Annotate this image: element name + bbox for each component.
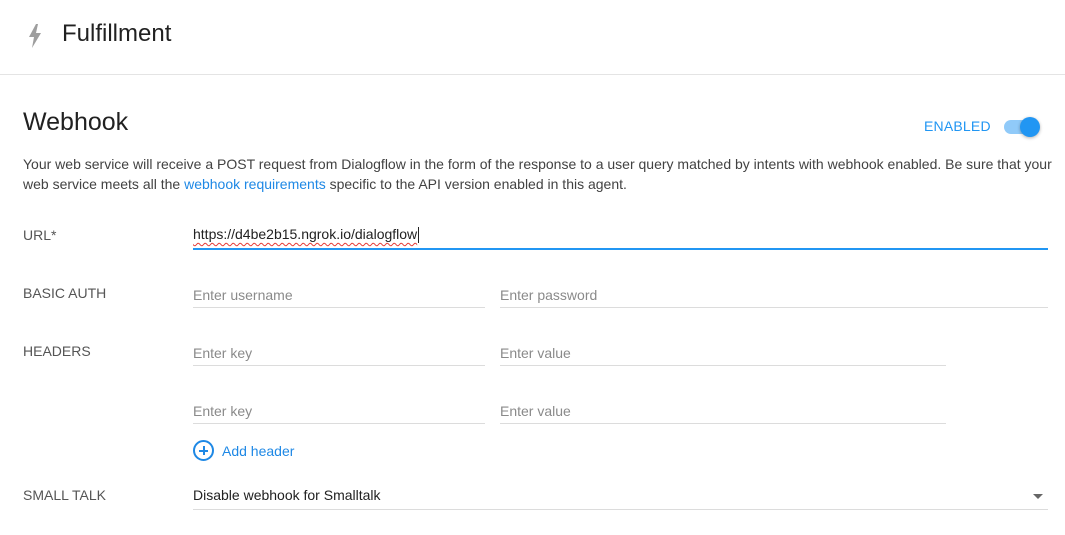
url-input-value: https://d4be2b15.ngrok.io/dialogflow bbox=[193, 226, 418, 242]
username-field[interactable] bbox=[193, 280, 485, 308]
header-key-field[interactable] bbox=[193, 396, 485, 424]
username-input[interactable] bbox=[193, 284, 485, 306]
header-value-field[interactable] bbox=[500, 338, 946, 366]
webhook-title: Webhook bbox=[23, 108, 129, 136]
small-talk-select[interactable]: Disable webhook for Smalltalk bbox=[193, 482, 1048, 510]
password-input[interactable] bbox=[500, 284, 1048, 306]
add-circle-icon bbox=[193, 440, 214, 461]
password-field[interactable] bbox=[500, 280, 1048, 308]
header-value-input[interactable] bbox=[500, 400, 946, 422]
description-text-after: specific to the API version enabled in t… bbox=[325, 176, 627, 192]
webhook-description: Your web service will receive a POST req… bbox=[23, 154, 1053, 194]
small-talk-label: SMALL TALK bbox=[23, 487, 107, 503]
webhook-requirements-link[interactable]: webhook requirements bbox=[184, 176, 326, 192]
toggle-thumb bbox=[1020, 117, 1040, 137]
basic-auth-label: BASIC AUTH bbox=[23, 285, 107, 301]
header-key-field[interactable] bbox=[193, 338, 485, 366]
enabled-label: ENABLED bbox=[924, 118, 991, 134]
text-caret bbox=[418, 227, 419, 243]
header-key-input[interactable] bbox=[193, 400, 485, 422]
add-header-label: Add header bbox=[222, 443, 295, 459]
lightning-bolt-icon bbox=[29, 24, 41, 48]
header-value-field[interactable] bbox=[500, 396, 946, 424]
header-key-input[interactable] bbox=[193, 342, 485, 364]
url-input[interactable]: https://d4be2b15.ngrok.io/dialogflow bbox=[193, 222, 1048, 250]
header-value-input[interactable] bbox=[500, 342, 946, 364]
page-header: Fulfillment bbox=[0, 0, 1065, 75]
webhook-enabled-toggle[interactable] bbox=[1004, 117, 1040, 137]
url-label: URL* bbox=[23, 227, 57, 243]
small-talk-selected-value: Disable webhook for Smalltalk bbox=[193, 487, 381, 503]
dropdown-arrow-icon bbox=[1033, 494, 1043, 499]
headers-label: HEADERS bbox=[23, 343, 91, 359]
page-title: Fulfillment bbox=[62, 20, 172, 47]
